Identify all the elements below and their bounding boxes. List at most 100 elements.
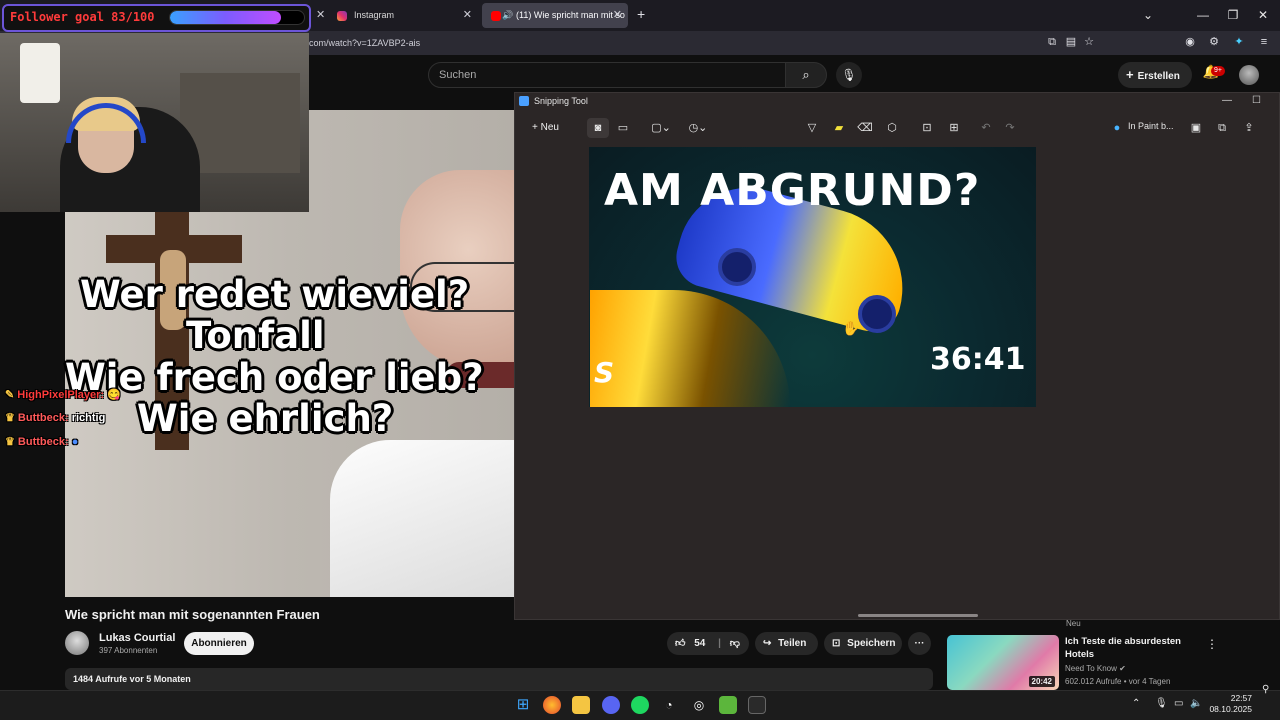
video-title: Wie spricht man mit sogenannten Frauen [65, 607, 320, 622]
overlay-question-4: Wie ehrlich? [137, 397, 394, 440]
description-box[interactable]: 1484 Aufrufe vor 5 Monaten [65, 668, 933, 690]
bookmark-star-icon[interactable]: ☆ [1082, 35, 1096, 49]
chat-username: HighPixelPlayer: [17, 389, 105, 401]
snipping-tool-taskbar-icon[interactable] [748, 696, 766, 714]
url-text[interactable]: com/watch?v=1ZAVBP2-ais [309, 34, 420, 52]
avatar[interactable] [1239, 65, 1259, 85]
text-actions-icon[interactable]: ⊞ [945, 120, 963, 136]
clock-time: 22:57 [1230, 693, 1252, 703]
save-icon[interactable]: ▣ [1187, 120, 1205, 136]
reader-view-icon[interactable]: ▤ [1064, 35, 1078, 49]
channel-name[interactable]: Lukas Courtial [99, 632, 175, 644]
recommendation-channel[interactable]: Need To Know ✔ [1065, 664, 1126, 673]
chevron-down-icon[interactable]: ⌄ [1133, 0, 1163, 31]
system-clock[interactable]: 22:57 08.10.2025 [1206, 693, 1252, 715]
pen-icon[interactable]: ▽ [803, 120, 821, 136]
like-count[interactable]: 54 [694, 638, 705, 649]
crop-icon[interactable]: ⊡ [918, 120, 936, 136]
microphone-icon[interactable]: 🎙 [836, 62, 862, 88]
new-tab-button[interactable]: + [637, 6, 645, 22]
create-label: Erstellen [1137, 71, 1180, 82]
obs-icon[interactable]: ◎ [690, 696, 708, 714]
extensions-icon[interactable]: ⚙ [1207, 35, 1221, 49]
snipping-tool-title: Snipping Tool [534, 96, 588, 106]
eraser-icon[interactable]: ⌫ [856, 120, 874, 136]
paint-icon[interactable]: ● [1108, 120, 1126, 136]
steam-icon[interactable]: ◔ [660, 696, 678, 714]
close-tab-icon[interactable]: ✕ [316, 8, 325, 21]
overlay-question-3: Wie frech oder lieb? [65, 356, 484, 399]
close-tab-icon[interactable]: ✕ [613, 3, 622, 28]
recommendation-title[interactable]: Ich Teste die absurdesten Hotels [1065, 635, 1195, 661]
minimize-button[interactable]: — [1188, 0, 1218, 31]
in-paint-button[interactable]: In Paint b... [1128, 121, 1174, 131]
tab-instagram[interactable]: Instagram ✕ [328, 3, 478, 28]
thumbs-up-icon[interactable]: 👍︎ [675, 638, 685, 649]
clock-date: 08.10.2025 [1209, 704, 1252, 714]
highlighter-icon[interactable]: ▰ [830, 120, 848, 136]
share-button[interactable]: ↪ Teilen [755, 632, 818, 655]
extension-icon[interactable]: ✦ [1232, 35, 1246, 49]
more-actions-button[interactable]: ··· [908, 632, 931, 655]
camera-icon[interactable]: ◙ [589, 120, 607, 136]
rectangle-mode-icon[interactable]: ▢⌄ [650, 120, 672, 136]
save-button[interactable]: ⊡ Speichern [824, 632, 902, 655]
undo-icon[interactable]: ↶ [977, 120, 995, 136]
notification-badge: 9+ [1211, 66, 1225, 76]
tray-overflow-icon[interactable]: ⌃ [1132, 698, 1140, 709]
speaker-icon[interactable]: 🔊 [502, 3, 513, 28]
microphone-icon[interactable]: 🎙 [1155, 698, 1168, 709]
account-icon[interactable]: ◉ [1183, 35, 1197, 49]
minimize-button[interactable]: — [1222, 95, 1232, 106]
network-icon[interactable]: ▭ [1174, 698, 1183, 709]
overlay-question-1: Wer redet wieviel? [80, 273, 470, 316]
chat-message: ♛ Buttbeck: richtig [5, 411, 105, 424]
minecraft-icon[interactable] [719, 696, 737, 714]
search-input[interactable]: Suchen [428, 62, 786, 88]
more-vert-icon[interactable]: ⋮ [1206, 637, 1218, 651]
notification-icon[interactable]: ⚲ [1262, 684, 1269, 695]
start-icon[interactable]: ⊞ [514, 696, 532, 714]
emoji-icon: 😋 [104, 389, 121, 401]
file-explorer-icon[interactable] [572, 696, 590, 714]
save-label: Speichern [847, 638, 896, 649]
tab-label: (11) Wie spricht man mit so [516, 10, 625, 20]
close-window-button[interactable]: ✕ [1248, 0, 1278, 31]
redo-icon[interactable]: ↷ [1001, 120, 1019, 136]
search-icon[interactable]: ⌕ [785, 62, 827, 88]
channel-avatar[interactable] [65, 631, 89, 655]
copy-icon[interactable]: ⧉ [1213, 120, 1231, 136]
picture-in-picture-icon[interactable]: ⧉ [1045, 35, 1059, 49]
create-button[interactable]: + Erstellen [1118, 62, 1192, 88]
chat-message: ✎ HighPixelPlayer: 😋 [5, 388, 121, 401]
shapes-icon[interactable]: ⬡ [883, 120, 901, 136]
volume-icon[interactable]: 🔈 [1190, 698, 1202, 709]
new-snip-label: Neu [540, 122, 559, 133]
recommendation-channel-name: Need To Know [1065, 664, 1117, 673]
share-icon[interactable]: ⇪ [1240, 120, 1258, 136]
firefox-icon[interactable] [543, 696, 561, 714]
spotify-icon[interactable] [631, 696, 649, 714]
video-record-icon[interactable]: ▭ [614, 120, 632, 136]
discord-icon[interactable] [602, 696, 620, 714]
menu-icon[interactable]: ≡ [1257, 35, 1271, 49]
close-tab-icon[interactable]: ✕ [463, 3, 472, 28]
timer-icon[interactable]: ◷⌄ [687, 120, 709, 136]
chat-badge-icon: ✎ [5, 389, 18, 401]
overlay-question-2: Tonfall [186, 314, 325, 357]
chat-username: Buttbeck: [17, 412, 69, 424]
thumbnail-duration: 36:41 [930, 342, 1026, 377]
emoji-icon: ● [68, 436, 79, 448]
restore-button[interactable]: ❐ [1218, 0, 1248, 31]
horizontal-scrollbar[interactable] [858, 614, 978, 617]
recommendation-thumbnail[interactable]: 20:42 [947, 635, 1059, 690]
subscribe-button[interactable]: Abonnieren [184, 632, 254, 655]
chat-message: ♛ Buttbeck: ● [5, 435, 78, 448]
new-snip-button[interactable]: + Neu [526, 118, 574, 138]
crown-icon: ♛ [5, 436, 18, 448]
instagram-icon [337, 11, 347, 21]
new-badge: Neu [1066, 619, 1081, 628]
tab-youtube[interactable]: 🔊 (11) Wie spricht man mit so ✕ [482, 3, 628, 28]
thumbs-down-icon[interactable]: 👎︎ [730, 638, 740, 649]
maximize-button[interactable]: ☐ [1252, 95, 1261, 106]
